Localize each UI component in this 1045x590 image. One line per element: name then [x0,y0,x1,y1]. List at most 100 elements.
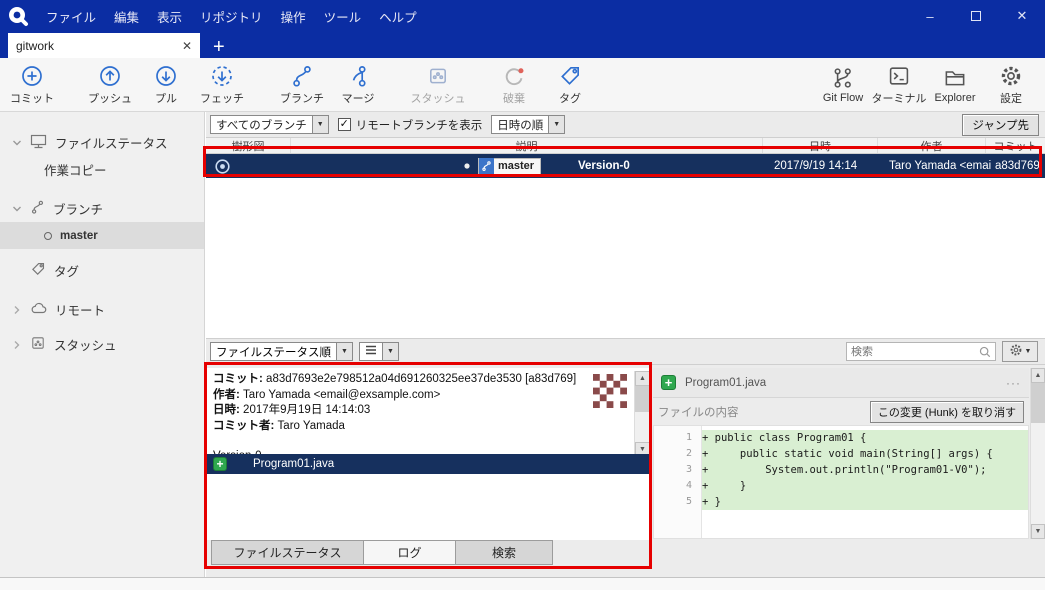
stash-icon [30,335,46,354]
diff-added-line: + } [702,494,1028,510]
new-tab-button[interactable]: + [213,36,225,58]
branch-icon [30,199,45,218]
commit-info-line: コミット: a83d7693e2e798512a04d691260325ee37… [213,372,645,388]
jump-to-button[interactable]: ジャンプ先 [962,114,1039,136]
dropdown-arrow-icon[interactable]: ▼ [336,343,352,360]
dropdown-arrow-icon[interactable]: ▼ [382,343,398,360]
chevron-down-icon[interactable] [12,204,22,214]
menu-tools[interactable]: ツール [315,7,371,26]
menu-file[interactable]: ファイル [37,7,105,26]
commit-button[interactable]: コミット [4,64,60,106]
remote-branches-checkbox[interactable]: ✓ [338,118,351,131]
explorer-button[interactable]: Explorer [927,66,983,104]
column-header-date[interactable]: 日時 [763,138,878,153]
scroll-up-icon[interactable]: ▲ [635,371,650,386]
diff-file-header: + Program01.java ··· [653,368,1029,398]
repo-tab-bar: gitwork ✕ + [0,32,1045,58]
sort-order-select[interactable]: 日時の順 ▼ [491,115,565,134]
dropdown-arrow-icon[interactable]: ▼ [548,116,564,133]
search-icon [979,346,995,358]
column-header-graph[interactable]: 樹形図 [206,138,291,153]
menu-repository[interactable]: リポジトリ [191,7,272,26]
commit-info: コミット: a83d7693e2e798512a04d691260325ee37… [207,368,651,454]
log-filter-bar: すべてのブランチ ▼ ✓ リモートブランチを表示 日時の順 ▼ ジャンプ先 [206,112,1045,138]
commit-info-line: コミット者: Taro Yamada [213,419,645,435]
view-options-select[interactable]: ▼ [359,342,399,361]
commit-row-selected[interactable]: master Version-0 2017/9/19 14:14 Taro Ya… [206,154,1045,178]
file-added-icon: + [213,457,227,471]
discard-button[interactable]: 破棄 [486,64,542,106]
gitflow-button[interactable]: Git Flow [815,66,871,104]
dropdown-arrow-icon[interactable]: ▼ [312,116,328,133]
menu-view[interactable]: 表示 [148,7,191,26]
detail-tab-bar: ファイルステータス ログ 検索 [211,540,553,565]
commit-author: Taro Yamada <emai [889,154,991,178]
branch-filter-select[interactable]: すべてのブランチ ▼ [210,115,329,134]
search-input[interactable] [847,346,979,358]
tag-button[interactable]: タグ [542,64,598,106]
column-header-description[interactable]: 説明 [291,138,763,153]
scrollbar-thumb[interactable] [1031,383,1045,423]
hunk-label: ファイルの内容 [658,404,739,420]
menu-edit[interactable]: 編集 [105,7,148,26]
discard-hunk-button[interactable]: この変更 (Hunk) を取り消す [870,401,1024,423]
diff-options-button[interactable]: ▼ [1002,341,1038,362]
log-table-header: 樹形図 説明 日時 作者 コミット [206,138,1045,154]
chevron-down-icon[interactable] [12,138,22,148]
tag-icon [30,261,46,280]
repo-tab-gitwork[interactable]: gitwork ✕ [8,33,200,58]
sidebar-item-filestatus[interactable]: ファイルステータス [0,129,204,156]
settings-button[interactable]: 設定 [983,64,1039,106]
branch-icon [479,158,494,175]
menu-help[interactable]: ヘルプ [370,7,426,26]
file-row-selected[interactable]: + Program01.java [207,454,651,474]
push-button[interactable]: プッシュ [82,64,138,106]
dropdown-arrow-icon: ▼ [1025,348,1032,355]
sidebar-item-tags[interactable]: タグ [0,257,204,284]
stash-button[interactable]: スタッシュ [410,64,466,106]
pull-icon [154,64,178,88]
sidebar-item-stash[interactable]: スタッシュ [0,331,204,358]
commit-info-scrollbar[interactable]: ▲ ▼ [634,371,650,457]
status-bar [0,577,1045,590]
diff-scrollbar[interactable]: ▲ ▼ [1030,368,1045,539]
tab-file-status[interactable]: ファイルステータス [211,540,364,565]
diff-added-line: + System.out.println("Program01-V0"); [702,462,1028,478]
terminal-button[interactable]: ターミナル [871,64,927,106]
chevron-right-icon[interactable] [12,340,22,350]
minimize-button[interactable]: – [907,0,953,32]
diff-search-box[interactable] [846,342,996,361]
scroll-up-icon[interactable]: ▲ [1031,368,1045,383]
scroll-down-icon[interactable]: ▼ [1031,524,1045,539]
diff-file-name: Program01.java [685,377,766,389]
merge-button[interactable]: マージ [330,64,386,106]
fetch-button[interactable]: フェッチ [194,64,250,106]
discard-icon [502,64,526,88]
repo-tab-label: gitwork [16,39,54,53]
scrollbar-thumb[interactable] [635,386,650,412]
more-options-button[interactable]: ··· [1006,376,1021,390]
maximize-button[interactable] [953,0,999,32]
folder-icon [943,66,967,90]
remote-branches-label: リモートブランチを表示 [356,117,483,133]
app-logo-icon [7,5,29,27]
file-sort-select[interactable]: ファイルステータス順 ▼ [210,342,353,361]
pull-button[interactable]: プル [138,64,194,106]
branch-button[interactable]: ブランチ [274,64,330,106]
sidebar-item-remotes[interactable]: リモート [0,296,204,323]
gear-icon [1009,343,1023,360]
sidebar-item-workingcopy[interactable]: 作業コピー [0,156,204,183]
chevron-right-icon[interactable] [12,305,22,315]
commit-info-line: 日時: 2017年9月19日 14:14:03 [213,403,645,419]
tab-search[interactable]: 検索 [456,540,553,565]
tab-log[interactable]: ログ [364,540,456,565]
tab-close-icon[interactable]: ✕ [182,39,192,53]
column-header-commit[interactable]: コミット [986,138,1045,153]
window-controls: – ✕ [907,0,1045,32]
diff-panel: + Program01.java ··· ファイルの内容 この変更 (Hunk)… [652,365,1045,577]
sidebar-item-branches[interactable]: ブランチ [0,195,204,222]
column-header-author[interactable]: 作者 [878,138,986,153]
sidebar-item-master[interactable]: master [0,222,204,249]
menu-actions[interactable]: 操作 [272,7,315,26]
close-button[interactable]: ✕ [999,0,1045,32]
